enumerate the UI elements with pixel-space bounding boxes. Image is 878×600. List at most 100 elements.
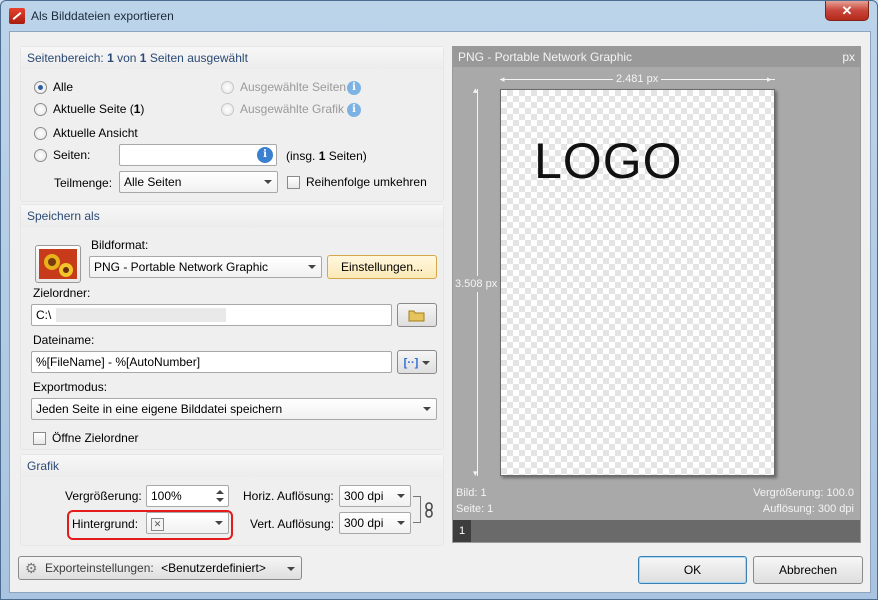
radio-selected-graphic[interactable] xyxy=(221,103,234,116)
page-range-heading-mid: von xyxy=(117,51,137,65)
save-as-group: Speichern als Bildformat: PNG - Portable… xyxy=(20,204,444,450)
chevron-down-icon xyxy=(287,567,295,571)
radio-current-page-label[interactable]: Aktuelle Seite (1) xyxy=(53,102,144,116)
filename-macro-button[interactable]: [··] xyxy=(397,350,437,374)
preview-page-bar: 1 xyxy=(453,520,860,542)
browse-folder-button[interactable] xyxy=(397,303,437,327)
link-bracket xyxy=(413,496,421,523)
subset-value: Alle Seiten xyxy=(124,175,182,189)
radio-pages[interactable] xyxy=(34,149,47,162)
spinner-icon[interactable] xyxy=(213,487,227,505)
zoom-value: 100% xyxy=(151,489,182,503)
radio-all-label[interactable]: Alle xyxy=(53,80,73,94)
preview-header: PNG - Portable Network Graphic px xyxy=(453,47,860,67)
selected-graphic-info-icon[interactable]: i xyxy=(347,103,361,117)
preview-page-info: Seite: 1 xyxy=(456,503,494,515)
reverse-order-label[interactable]: Reihenfolge umkehren xyxy=(306,175,427,189)
export-mode-select[interactable]: Jeden Seite in eine eigene Bilddatei spe… xyxy=(31,398,437,420)
arrow-down-icon: ▾ xyxy=(473,468,478,478)
current-page-close: ) xyxy=(140,102,145,116)
arrow-left-icon: ◂ xyxy=(500,74,505,84)
close-button[interactable]: ✕ xyxy=(825,1,869,21)
horiz-res-select[interactable]: 300 dpi xyxy=(339,485,411,507)
chain-link-icon[interactable] xyxy=(424,502,434,518)
preview-width-label: 2.481 px xyxy=(613,73,662,85)
preview-page: LOGO xyxy=(500,89,775,476)
vert-res-label: Vert. Auflösung: xyxy=(250,517,335,531)
horiz-res-label: Horiz. Auflösung: xyxy=(243,489,334,503)
subset-select[interactable]: Alle Seiten xyxy=(119,171,278,193)
title-bar[interactable]: Als Bilddateien exportieren ✕ xyxy=(1,1,877,31)
page-range-group: Seitenbereich: 1 von 1 Seiten ausgewählt… xyxy=(20,46,444,202)
window-title: Als Bilddateien exportieren xyxy=(31,9,174,23)
selected-pages-info-icon[interactable]: i xyxy=(347,81,361,95)
dialog-body: Seitenbereich: 1 von 1 Seiten ausgewählt… xyxy=(9,31,871,593)
zoom-label: Vergrößerung: xyxy=(65,489,142,503)
export-settings-button[interactable]: ⚙ Exporteinstellungen: <Benutzerdefinier… xyxy=(18,556,302,580)
target-folder-label: Zielordner: xyxy=(33,286,91,300)
arrow-right-icon: ▸ xyxy=(767,74,772,84)
arrow-up-icon: ▴ xyxy=(473,85,478,95)
target-folder-value: C:\ xyxy=(36,308,52,322)
subset-label: Teilmenge: xyxy=(54,176,113,190)
preview-title: PNG - Portable Network Graphic xyxy=(458,50,633,64)
background-highlight-annotation xyxy=(67,510,233,540)
preview-height-label: 3.508 px xyxy=(455,276,498,292)
page-range-heading-suffix: Seiten ausgewählt xyxy=(149,51,248,65)
open-folder-checkbox[interactable] xyxy=(33,432,46,445)
pages-info-icon[interactable]: i xyxy=(257,147,273,163)
pages-total-prefix: (insg. xyxy=(286,149,316,163)
pages-total-suffix: Seiten) xyxy=(328,149,367,163)
image-format-icon xyxy=(35,245,81,283)
preview-page-thumb[interactable]: 1 xyxy=(453,520,471,542)
save-as-heading: Speichern als xyxy=(21,205,443,227)
export-dialog: Als Bilddateien exportieren ✕ Seitenbere… xyxy=(0,0,878,600)
chevron-down-icon xyxy=(397,521,405,525)
preview-resolution-info: Auflösung: 300 dpi xyxy=(762,503,854,515)
open-folder-label[interactable]: Öffne Zielordner xyxy=(52,431,139,445)
radio-selected-pages[interactable] xyxy=(221,81,234,94)
format-settings-button[interactable]: Einstellungen... xyxy=(327,255,437,279)
chevron-down-icon xyxy=(423,407,431,411)
preview-image-info: Bild: 1 xyxy=(456,487,487,499)
chevron-down-icon xyxy=(422,360,431,365)
radio-current-view-label[interactable]: Aktuelle Ansicht xyxy=(53,126,138,140)
redacted-path xyxy=(56,308,226,322)
radio-selected-pages-label[interactable]: Ausgewählte Seiten xyxy=(240,80,346,94)
export-mode-value: Jeden Seite in eine eigene Bilddatei spe… xyxy=(36,402,283,416)
image-format-select[interactable]: PNG - Portable Network Graphic xyxy=(89,256,322,278)
preview-zoom-info: Vergrößerung: 100.0 xyxy=(753,487,854,499)
page-range-total-count: 1 xyxy=(139,51,147,65)
current-page-text: Aktuelle Seite ( xyxy=(53,102,134,116)
chevron-down-icon xyxy=(397,494,405,498)
target-folder-input[interactable]: C:\ xyxy=(31,304,392,326)
pages-total: (insg. 1 Seiten) xyxy=(286,149,367,163)
radio-all[interactable] xyxy=(34,81,47,94)
app-icon xyxy=(9,8,25,24)
chain-svg xyxy=(425,502,433,518)
radio-current-view[interactable] xyxy=(34,127,47,140)
filename-label: Dateiname: xyxy=(33,333,95,347)
ok-button[interactable]: OK xyxy=(638,556,747,584)
radio-selected-graphic-label[interactable]: Ausgewählte Grafik xyxy=(240,102,344,116)
vert-res-select[interactable]: 300 dpi xyxy=(339,512,411,534)
preview-unit: px xyxy=(842,50,855,64)
export-settings-value: <Benutzerdefiniert> xyxy=(161,561,266,575)
export-mode-label: Exportmodus: xyxy=(33,380,108,394)
flower-icon xyxy=(39,249,77,279)
export-settings-label: Exporteinstellungen: xyxy=(45,561,154,575)
chevron-down-icon xyxy=(264,180,272,184)
cancel-button[interactable]: Abbrechen xyxy=(753,556,863,584)
reverse-order-checkbox[interactable] xyxy=(287,176,300,189)
pages-input[interactable] xyxy=(119,144,277,166)
radio-current-page[interactable] xyxy=(34,103,47,116)
preview-logo-text: LOGO xyxy=(534,133,683,189)
filename-input[interactable]: %[FileName] - %[AutoNumber] xyxy=(31,351,392,373)
radio-pages-label[interactable]: Seiten: xyxy=(53,148,90,162)
image-format-label: Bildformat: xyxy=(91,238,149,252)
folder-icon xyxy=(408,310,425,322)
graphic-heading: Grafik xyxy=(21,455,443,477)
page-range-heading-prefix: Seitenbereich: xyxy=(27,51,104,65)
pages-total-number: 1 xyxy=(318,149,326,163)
zoom-input[interactable]: 100% xyxy=(146,485,229,507)
